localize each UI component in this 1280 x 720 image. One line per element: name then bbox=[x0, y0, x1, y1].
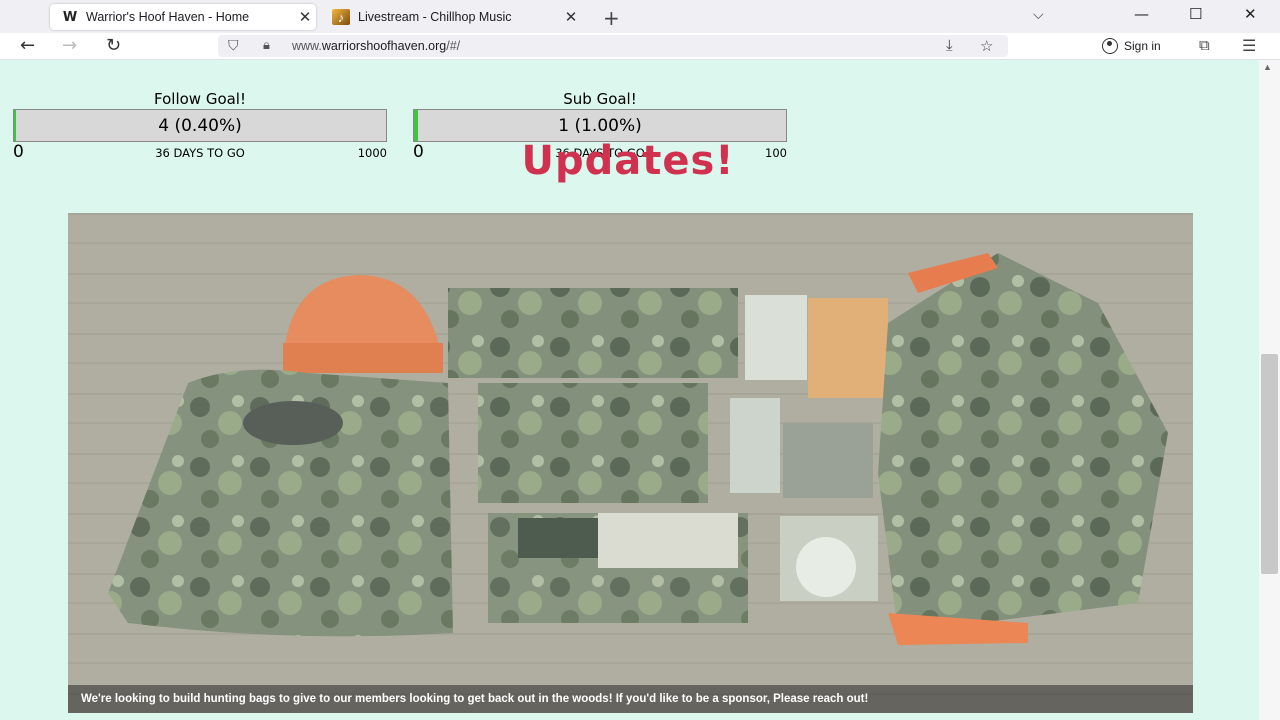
forward-icon[interactable]: → bbox=[62, 35, 77, 56]
follow-goal: Follow Goal! 4 (0.40%) 0 36 DAYS TO GO 1… bbox=[13, 90, 387, 162]
vertical-scrollbar[interactable]: ▲ bbox=[1259, 60, 1280, 720]
updates-heading: Updates! bbox=[521, 138, 735, 184]
bookmark-star-icon[interactable]: ☆ bbox=[980, 37, 993, 55]
browser-nav-bar: ← → ↻ ⛉ 🔒︎ www.warriorshoofhaven.org/#/ … bbox=[0, 33, 1280, 60]
sub-goal: Sub Goal! 1 (1.00%) 0 36 DAYS TO GO 100 bbox=[413, 90, 787, 162]
goal-progress-bar: 4 (0.40%) bbox=[13, 109, 387, 142]
maximize-icon[interactable]: ☐ bbox=[1189, 5, 1202, 23]
extensions-icon[interactable]: ⧉ bbox=[1199, 37, 1210, 54]
url-text[interactable]: www.warriorshoofhaven.org/#/ bbox=[292, 39, 460, 53]
chevron-down-icon[interactable]: ⌵ bbox=[1033, 6, 1044, 23]
goal-max: 1000 bbox=[357, 146, 387, 160]
chillhop-icon: ♪ bbox=[332, 9, 350, 25]
close-window-icon[interactable]: ✕ bbox=[1244, 5, 1257, 23]
url-bar[interactable]: ⛉ 🔒︎ www.warriorshoofhaven.org/#/ ⤓ ☆ bbox=[218, 35, 1008, 57]
tab-warriors-hoof-haven[interactable]: W Warrior's Hoof Haven - Home ✕ bbox=[50, 4, 316, 30]
hamburger-menu-icon[interactable]: ☰ bbox=[1242, 36, 1256, 56]
slide-caption: We're looking to build hunting bags to g… bbox=[68, 685, 1193, 713]
tab-label: Warrior's Hoof Haven - Home bbox=[86, 10, 250, 24]
new-tab-icon[interactable]: + bbox=[603, 6, 620, 30]
hunting-gear-flatlay-image bbox=[68, 213, 1193, 713]
sign-in-label: Sign in bbox=[1124, 39, 1161, 53]
slideshow[interactable]: We're looking to build hunting bags to g… bbox=[68, 213, 1193, 713]
goal-value: 1 (1.00%) bbox=[558, 116, 642, 136]
close-tab-icon[interactable]: ✕ bbox=[560, 8, 582, 26]
back-icon[interactable]: ← bbox=[20, 35, 35, 56]
tab-label: Livestream - Chillhop Music bbox=[358, 10, 512, 24]
shield-icon[interactable]: ⛉ bbox=[228, 37, 239, 54]
download-icon[interactable]: ⤓ bbox=[946, 37, 953, 54]
scroll-up-icon[interactable]: ▲ bbox=[1263, 62, 1272, 72]
account-icon bbox=[1102, 38, 1118, 54]
scroll-thumb[interactable] bbox=[1261, 354, 1278, 574]
tab-livestream-chillhop[interactable]: ♪ Livestream - Chillhop Music ✕ bbox=[322, 4, 582, 30]
goal-title: Sub Goal! bbox=[563, 90, 637, 108]
goal-days-remaining: 36 DAYS TO GO bbox=[155, 146, 245, 160]
close-tab-icon[interactable]: ✕ bbox=[294, 8, 316, 26]
browser-tab-bar: W Warrior's Hoof Haven - Home ✕ ♪ Livest… bbox=[0, 0, 1280, 33]
goal-value: 4 (0.40%) bbox=[158, 116, 242, 136]
reload-icon[interactable]: ↻ bbox=[106, 35, 121, 56]
goal-title: Follow Goal! bbox=[154, 90, 246, 108]
w-logo-icon: W bbox=[62, 9, 77, 25]
minimize-icon[interactable]: — bbox=[1134, 5, 1149, 23]
lock-icon[interactable]: 🔒︎ bbox=[263, 37, 270, 53]
page-content: Follow Goal! 4 (0.40%) 0 36 DAYS TO GO 1… bbox=[0, 60, 1259, 720]
sign-in-button[interactable]: Sign in bbox=[1094, 35, 1169, 57]
